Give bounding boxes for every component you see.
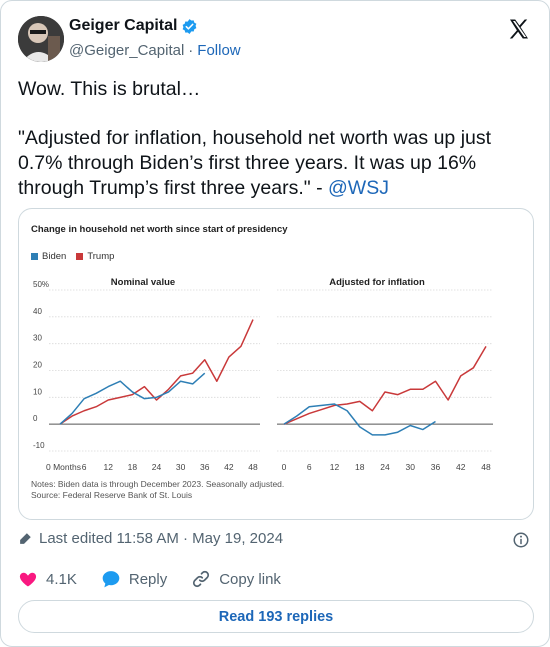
like-button[interactable]: 4.1K: [18, 569, 77, 589]
x-logo-icon[interactable]: [507, 17, 531, 41]
x-tick-label: 12: [330, 462, 340, 472]
chart-note-1: Notes: Biden data is through December 20…: [31, 479, 285, 489]
tweet-line-1: Wow. This is brutal…: [18, 78, 201, 100]
x-tick-label: 42: [224, 462, 234, 472]
y-tick-label: 10: [33, 387, 42, 396]
x-tick-label: 24: [380, 462, 390, 472]
chart-canvas: 50%403020100-100 Months 6 12 18 24 30 36 42 48 0 6…: [33, 280, 493, 472]
reply-label: Reply: [128, 570, 168, 588]
x-tick-label: 6: [82, 462, 87, 472]
info-icon[interactable]: [512, 531, 530, 549]
x-tick-label: 48: [481, 462, 491, 472]
tweet-card: Geiger Capital @Geiger_Capital · Follow …: [0, 0, 550, 647]
y-tick-label: 40: [33, 307, 42, 316]
y-tick-label: 20: [33, 361, 42, 370]
chart-image[interactable]: Change in household net worth since star…: [18, 208, 534, 520]
copy-link-label: Copy link: [219, 570, 281, 588]
edited-timestamp[interactable]: Last edited 11:58 AM · May 19, 2024: [39, 530, 283, 547]
x-tick-label: 0: [282, 462, 287, 472]
read-replies-button[interactable]: Read 193 replies: [18, 600, 534, 633]
tweet-text: Wow. This is brutal… "Adjusted for infla…: [18, 77, 533, 201]
series-line-trump: [283, 345, 487, 425]
follow-button[interactable]: Follow: [197, 42, 240, 59]
x-tick-label: 24: [152, 462, 162, 472]
pencil-icon: [20, 533, 31, 544]
handle[interactable]: @Geiger_Capital: [69, 42, 184, 59]
series-line-biden: [59, 372, 206, 425]
series-line-trump: [59, 319, 254, 425]
heart-icon: [19, 572, 37, 587]
x-tick-label: 18: [355, 462, 365, 472]
chart-note-2: Source: Federal Reserve Bank of St. Loui…: [31, 490, 193, 500]
x-tick-label: 30: [176, 462, 186, 472]
avatar[interactable]: [18, 16, 64, 62]
avatar-image: [18, 16, 64, 62]
edited-row: Last edited 11:58 AM · May 19, 2024: [18, 530, 534, 549]
action-bar: 4.1K Reply Copy link: [18, 569, 305, 589]
x-tick-label: 0 Months: [46, 462, 81, 472]
y-tick-label: 50%: [33, 280, 49, 289]
y-tick-label: 30: [33, 334, 42, 343]
tweet-quote-text: "Adjusted for inflation, household net w…: [18, 127, 492, 199]
copy-link-button[interactable]: Copy link: [191, 569, 281, 589]
link-icon: [193, 570, 210, 588]
series-line-biden: [283, 403, 436, 436]
tweet-quote: "Adjusted for inflation, household net w…: [18, 126, 533, 201]
speech-bubble-icon: [102, 571, 120, 588]
chart-notes: Notes: Biden data is through December 20…: [31, 479, 284, 501]
display-name[interactable]: Geiger Capital: [69, 17, 177, 35]
x-tick-label: 6: [307, 462, 312, 472]
mention-link[interactable]: @WSJ: [328, 177, 389, 199]
x-tick-label: 48: [248, 462, 258, 472]
reply-button[interactable]: Reply: [101, 569, 167, 589]
x-tick-label: 30: [406, 462, 416, 472]
x-tick-label: 18: [128, 462, 138, 472]
x-tick-label: 36: [431, 462, 441, 472]
verified-badge-icon: [183, 18, 197, 34]
x-tick-label: 12: [104, 462, 114, 472]
y-tick-label: 0: [33, 414, 38, 423]
separator: ·: [188, 42, 194, 59]
x-tick-label: 36: [200, 462, 210, 472]
x-tick-label: 42: [456, 462, 466, 472]
y-tick-label: -10: [33, 441, 45, 450]
like-count: 4.1K: [46, 570, 77, 588]
